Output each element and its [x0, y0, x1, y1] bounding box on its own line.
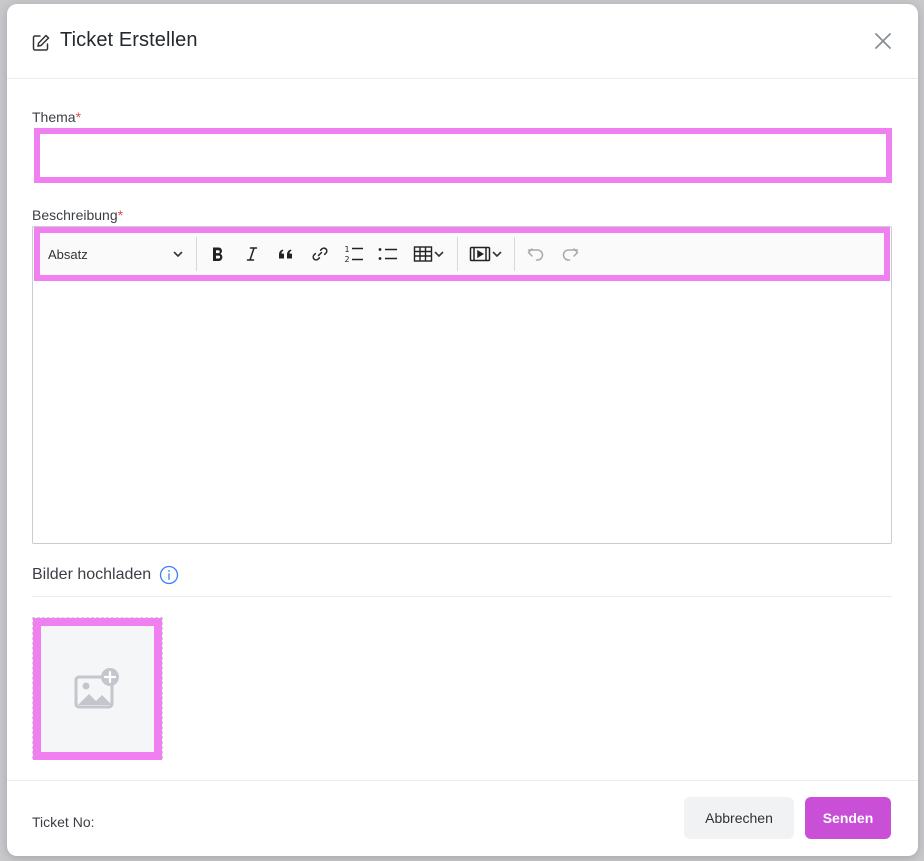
dialog-title: Ticket Erstellen — [60, 29, 198, 51]
chevron-down-icon — [173, 251, 183, 257]
ticket-number-label: Ticket No: — [32, 814, 95, 830]
send-button[interactable]: Senden — [805, 797, 891, 839]
thema-input[interactable] — [34, 128, 892, 183]
undo-button[interactable] — [519, 238, 553, 270]
cancel-button[interactable]: Abbrechen — [684, 797, 794, 839]
media-icon — [469, 246, 491, 262]
bold-icon — [213, 247, 223, 261]
required-mark: * — [117, 207, 124, 223]
svg-text:2: 2 — [345, 255, 350, 264]
media-button[interactable] — [462, 238, 510, 270]
dialog-footer: Ticket No: Abbrechen Senden — [7, 780, 918, 856]
toolbar-separator — [514, 237, 515, 271]
link-button[interactable] — [303, 238, 337, 270]
table-button[interactable] — [405, 238, 453, 270]
block-format-select[interactable]: Absatz — [40, 239, 192, 269]
bullet-list-icon — [378, 248, 397, 260]
link-icon — [312, 247, 328, 261]
svg-text:1: 1 — [345, 245, 350, 254]
quote-button[interactable] — [269, 238, 303, 270]
undo-icon — [527, 248, 544, 261]
thema-label: Thema* — [32, 109, 81, 125]
image-upload-button[interactable] — [33, 618, 162, 760]
numbered-list-icon: 12 — [345, 245, 363, 264]
thema-label-text: Thema — [32, 109, 76, 125]
numbered-list-button[interactable]: 12 — [337, 238, 371, 270]
create-ticket-dialog: Ticket Erstellen Thema* Beschreibung* Ab… — [7, 4, 918, 856]
toolbar-separator — [457, 237, 458, 271]
info-icon[interactable] — [159, 565, 179, 585]
required-mark: * — [75, 109, 82, 125]
description-editor: Absatz 12 — [32, 226, 892, 544]
redo-button[interactable] — [553, 238, 587, 270]
quote-icon — [279, 249, 292, 259]
redo-icon — [562, 248, 579, 261]
block-format-value: Absatz — [48, 246, 88, 262]
section-divider — [32, 596, 892, 597]
italic-icon — [246, 247, 258, 261]
image-upload-dropzone[interactable] — [32, 617, 163, 760]
editor-toolbar: Absatz 12 — [34, 227, 890, 281]
upload-label: Bilder hochladen — [32, 566, 152, 583]
edit-icon — [31, 33, 51, 53]
dialog-header: Ticket Erstellen — [7, 4, 918, 79]
beschreibung-label-text: Beschreibung — [32, 207, 118, 223]
bullet-list-button[interactable] — [371, 238, 405, 270]
beschreibung-label: Beschreibung* — [32, 207, 123, 223]
bold-button[interactable] — [201, 238, 235, 270]
chevron-down-icon — [434, 251, 444, 257]
add-image-icon — [74, 668, 119, 709]
table-icon — [413, 246, 433, 262]
italic-button[interactable] — [235, 238, 269, 270]
chevron-down-icon — [492, 251, 502, 257]
upload-section-title: Bilder hochladen — [32, 565, 179, 585]
toolbar-separator — [196, 237, 197, 271]
close-icon[interactable] — [872, 30, 894, 52]
editor-content-area[interactable] — [33, 281, 891, 543]
